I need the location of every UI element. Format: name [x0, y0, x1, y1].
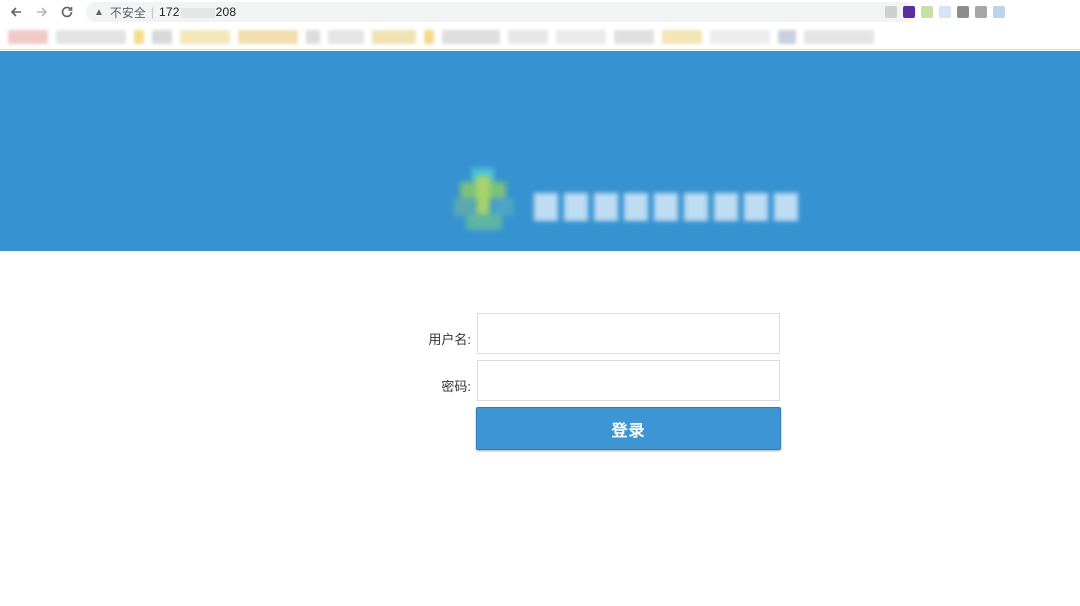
bookmarks-bar [0, 24, 1080, 50]
bookmark-item[interactable] [152, 29, 172, 44]
username-input[interactable] [477, 313, 780, 354]
reload-icon[interactable] [57, 2, 77, 22]
url-prefix: 172 [159, 5, 180, 19]
bookmark-item[interactable] [306, 29, 320, 44]
bookmark-item[interactable] [778, 29, 796, 44]
extension-icon[interactable] [903, 6, 915, 18]
bookmark-item[interactable] [424, 29, 434, 44]
bookmark-item[interactable] [8, 29, 48, 44]
bookmark-item[interactable] [662, 29, 702, 44]
url-redacted [180, 7, 215, 18]
title-glyph [624, 193, 648, 221]
extension-icon[interactable] [921, 6, 933, 18]
forward-icon[interactable] [32, 2, 52, 22]
title-glyph [774, 193, 798, 221]
bookmark-item[interactable] [134, 29, 144, 44]
url-text: 172 208 [159, 5, 236, 19]
extension-icon[interactable] [975, 6, 987, 18]
title-glyph [654, 193, 678, 221]
browser-toolbar: ▲ 不安全 | 172 208 [0, 0, 1080, 24]
title-glyph [564, 193, 588, 221]
url-suffix: 208 [215, 5, 237, 19]
back-icon[interactable] [6, 2, 26, 22]
title-glyph [684, 193, 708, 221]
extension-icon[interactable] [993, 6, 1005, 18]
bookmark-item[interactable] [328, 29, 364, 44]
title-glyph [744, 193, 768, 221]
title-glyph [714, 193, 738, 221]
address-bar[interactable]: ▲ 不安全 | 172 208 [86, 2, 916, 22]
username-label: 用户名: [428, 332, 471, 347]
bookmark-item[interactable] [56, 29, 126, 44]
bookmark-item[interactable] [442, 29, 500, 44]
separator: | [150, 5, 155, 19]
system-title [534, 193, 798, 225]
system-logo-icon [448, 168, 520, 236]
extension-icon[interactable] [939, 6, 951, 18]
bookmark-item[interactable] [180, 29, 230, 44]
title-glyph [594, 193, 618, 221]
bookmark-item[interactable] [710, 29, 770, 44]
bookmark-item[interactable] [508, 29, 548, 44]
password-label: 密码: [441, 379, 471, 394]
login-button[interactable]: 登录 [476, 407, 781, 450]
bookmark-item[interactable] [238, 29, 298, 44]
bookmark-item[interactable] [372, 29, 416, 44]
warning-triangle-icon: ▲ [94, 6, 104, 18]
extensions-area [885, 4, 1005, 20]
bookmark-item[interactable] [804, 29, 874, 44]
password-input[interactable] [477, 360, 780, 401]
extension-icon[interactable] [885, 6, 897, 18]
security-label: 不安全 [109, 5, 146, 20]
bookmark-item[interactable] [556, 29, 606, 44]
title-glyph [534, 193, 558, 221]
bookmark-item[interactable] [614, 29, 654, 44]
extension-icon[interactable] [957, 6, 969, 18]
